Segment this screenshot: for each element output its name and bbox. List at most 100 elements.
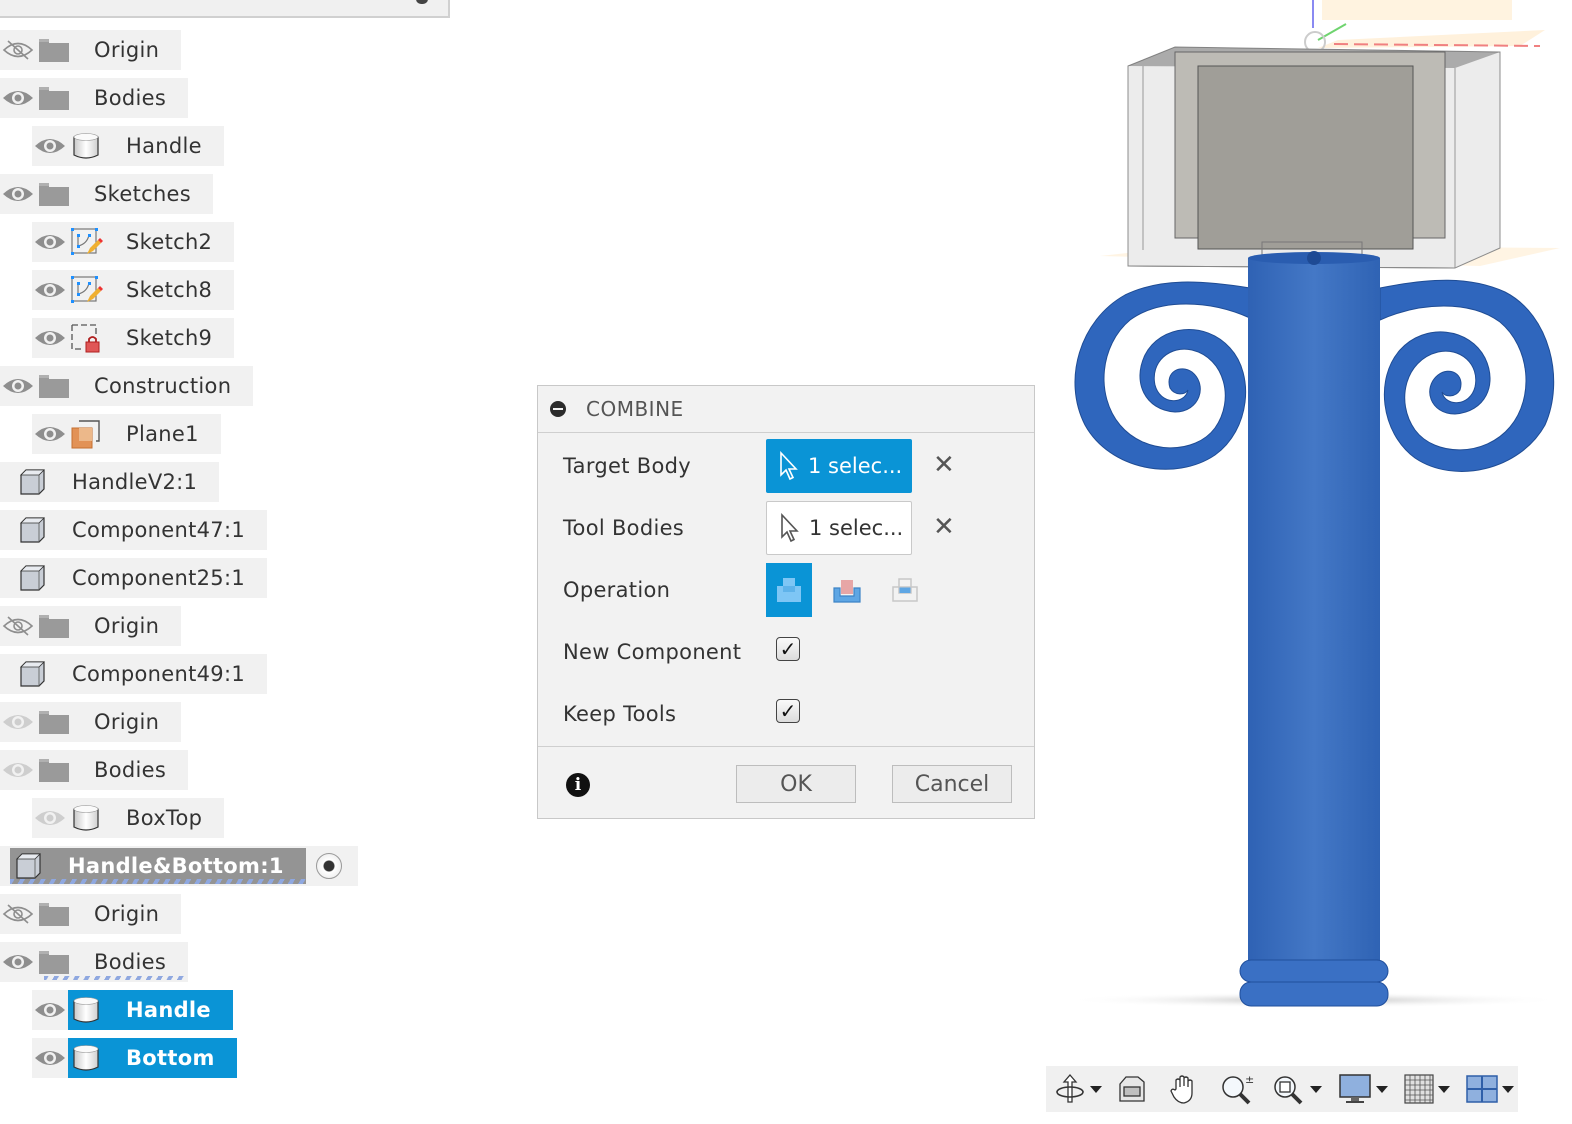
grid-dropdown-caret[interactable] xyxy=(1438,1085,1450,1093)
viewports-icon xyxy=(1466,1075,1498,1103)
fit-button[interactable] xyxy=(1272,1066,1328,1112)
active-hatch xyxy=(44,976,185,980)
visibility-eye-icon[interactable] xyxy=(0,78,36,118)
tool-bodies-selector[interactable]: 1 selec... xyxy=(766,501,912,555)
visibility-off-icon[interactable] xyxy=(0,30,36,70)
browser-row-handle[interactable]: Handle xyxy=(32,126,224,166)
orbit-dropdown-caret[interactable] xyxy=(1090,1085,1102,1093)
visibility-eye-icon[interactable] xyxy=(0,702,36,742)
browser-row-component25-1[interactable]: Component25:1 xyxy=(0,558,267,598)
new-component-label: New Component xyxy=(563,640,742,664)
browser-row-construction[interactable]: Construction xyxy=(0,366,254,406)
folder-icon xyxy=(36,702,72,742)
display-dropdown-caret[interactable] xyxy=(1376,1085,1388,1093)
visibility-off-icon[interactable] xyxy=(0,606,36,646)
cancel-button[interactable]: Cancel xyxy=(892,765,1012,803)
browser-row-label: Origin xyxy=(94,38,160,62)
browser-row-label: Handle xyxy=(126,998,211,1022)
select-cursor-icon xyxy=(781,513,799,543)
browser-top-bar xyxy=(0,0,450,18)
zoom-icon: ± xyxy=(1222,1073,1254,1105)
browser-row-origin[interactable]: Origin xyxy=(0,606,182,646)
browser-row-handle[interactable]: Handle xyxy=(32,990,233,1030)
browser-row-sketches[interactable]: Sketches xyxy=(0,174,214,214)
sketch-locked-icon xyxy=(68,318,104,358)
look-at-icon xyxy=(1119,1076,1145,1102)
clear-tools-icon[interactable]: ✕ xyxy=(933,512,955,542)
visibility-eye-icon[interactable] xyxy=(0,942,36,982)
visibility-eye-icon[interactable] xyxy=(0,750,36,790)
visibility-eye-icon[interactable] xyxy=(0,174,36,214)
browser-row-plane1[interactable]: Plane1 xyxy=(32,414,221,454)
navigation-toolbar: ± xyxy=(1046,1066,1518,1112)
browser-row-handlev2-1[interactable]: HandleV2:1 xyxy=(0,462,220,502)
visibility-eye-icon[interactable] xyxy=(32,990,68,1030)
visibility-eye-icon[interactable] xyxy=(32,126,68,166)
operation-join-button[interactable] xyxy=(766,563,812,617)
visibility-eye-icon[interactable] xyxy=(32,798,68,838)
visibility-eye-icon[interactable] xyxy=(32,222,68,262)
target-body-selector[interactable]: 1 selec... xyxy=(766,439,912,493)
component-icon xyxy=(14,510,50,550)
scroll-knob[interactable] xyxy=(416,0,428,4)
browser-row-label: Sketch9 xyxy=(126,326,213,350)
browser-row-label: Handle xyxy=(126,134,202,158)
viewports-dropdown-caret[interactable] xyxy=(1502,1085,1514,1093)
browser-row-origin[interactable]: Origin xyxy=(0,702,182,742)
browser-row-label: Sketch8 xyxy=(126,278,213,302)
ok-button[interactable]: OK xyxy=(736,765,856,803)
body-icon xyxy=(68,990,104,1030)
browser-row-bodies[interactable]: Bodies xyxy=(0,78,189,118)
browser-row-label: Bodies xyxy=(94,758,167,782)
visibility-eye-icon[interactable] xyxy=(32,414,68,454)
display-settings-button[interactable] xyxy=(1338,1066,1394,1112)
operation-cut-button[interactable] xyxy=(824,563,870,617)
clear-target-icon[interactable]: ✕ xyxy=(933,450,955,480)
browser-row-boxtop[interactable]: BoxTop xyxy=(32,798,225,838)
browser-row-component49-1[interactable]: Component49:1 xyxy=(0,654,267,694)
body-icon xyxy=(68,798,104,838)
browser-row-label: Component47:1 xyxy=(72,518,245,542)
active-hatch xyxy=(10,879,306,884)
pan-button[interactable] xyxy=(1168,1066,1200,1112)
activate-component-radio[interactable] xyxy=(315,853,342,879)
target-body-value: 1 selec... xyxy=(808,454,903,478)
dialog-header[interactable]: COMBINE xyxy=(538,386,1034,433)
folder-icon xyxy=(36,750,72,790)
browser-row-label: Origin xyxy=(94,902,160,926)
browser-row-bodies[interactable]: Bodies xyxy=(0,750,189,790)
browser-row-sketch8[interactable]: Sketch8 xyxy=(32,270,235,310)
browser-row-component47-1[interactable]: Component47:1 xyxy=(0,510,267,550)
look-at-button[interactable] xyxy=(1116,1066,1148,1112)
fit-icon xyxy=(1274,1076,1303,1105)
browser-row-bottom[interactable]: Bottom xyxy=(32,1038,237,1078)
grid-button[interactable] xyxy=(1404,1066,1456,1112)
visibility-eye-icon[interactable] xyxy=(32,318,68,358)
dialog-footer: i OK Cancel xyxy=(538,746,1034,818)
visibility-eye-icon[interactable] xyxy=(32,270,68,310)
browser-row-label: Sketches xyxy=(94,182,192,206)
new-component-checkbox[interactable]: ✓ xyxy=(776,637,800,661)
visibility-eye-icon[interactable] xyxy=(32,1038,68,1078)
visibility-eye-icon[interactable] xyxy=(0,366,36,406)
browser-row-sketch9[interactable]: Sketch9 xyxy=(32,318,235,358)
orbit-button[interactable] xyxy=(1054,1066,1108,1112)
collapse-icon[interactable] xyxy=(550,401,566,417)
browser-row-label: Origin xyxy=(94,614,160,638)
browser-row-origin[interactable]: Origin xyxy=(0,894,182,934)
3d-viewport[interactable] xyxy=(1040,0,1572,1060)
keep-tools-checkbox[interactable]: ✓ xyxy=(776,699,800,723)
browser-row-handle-bottom-1[interactable]: Handle&Bottom:1 xyxy=(0,846,358,886)
info-icon[interactable]: i xyxy=(566,773,590,797)
browser-row-bodies[interactable]: Bodies xyxy=(0,942,189,982)
browser-row-sketch2[interactable]: Sketch2 xyxy=(32,222,235,262)
zoom-button[interactable]: ± xyxy=(1220,1066,1254,1112)
visibility-off-icon[interactable] xyxy=(0,894,36,934)
folder-icon xyxy=(36,174,72,214)
fit-dropdown-caret[interactable] xyxy=(1310,1085,1322,1093)
browser-row-origin[interactable]: Origin xyxy=(0,30,182,70)
viewports-button[interactable] xyxy=(1466,1066,1520,1112)
tool-bodies-value: 1 selec... xyxy=(809,516,904,540)
body-icon xyxy=(68,1038,104,1078)
operation-intersect-button[interactable] xyxy=(882,563,928,617)
